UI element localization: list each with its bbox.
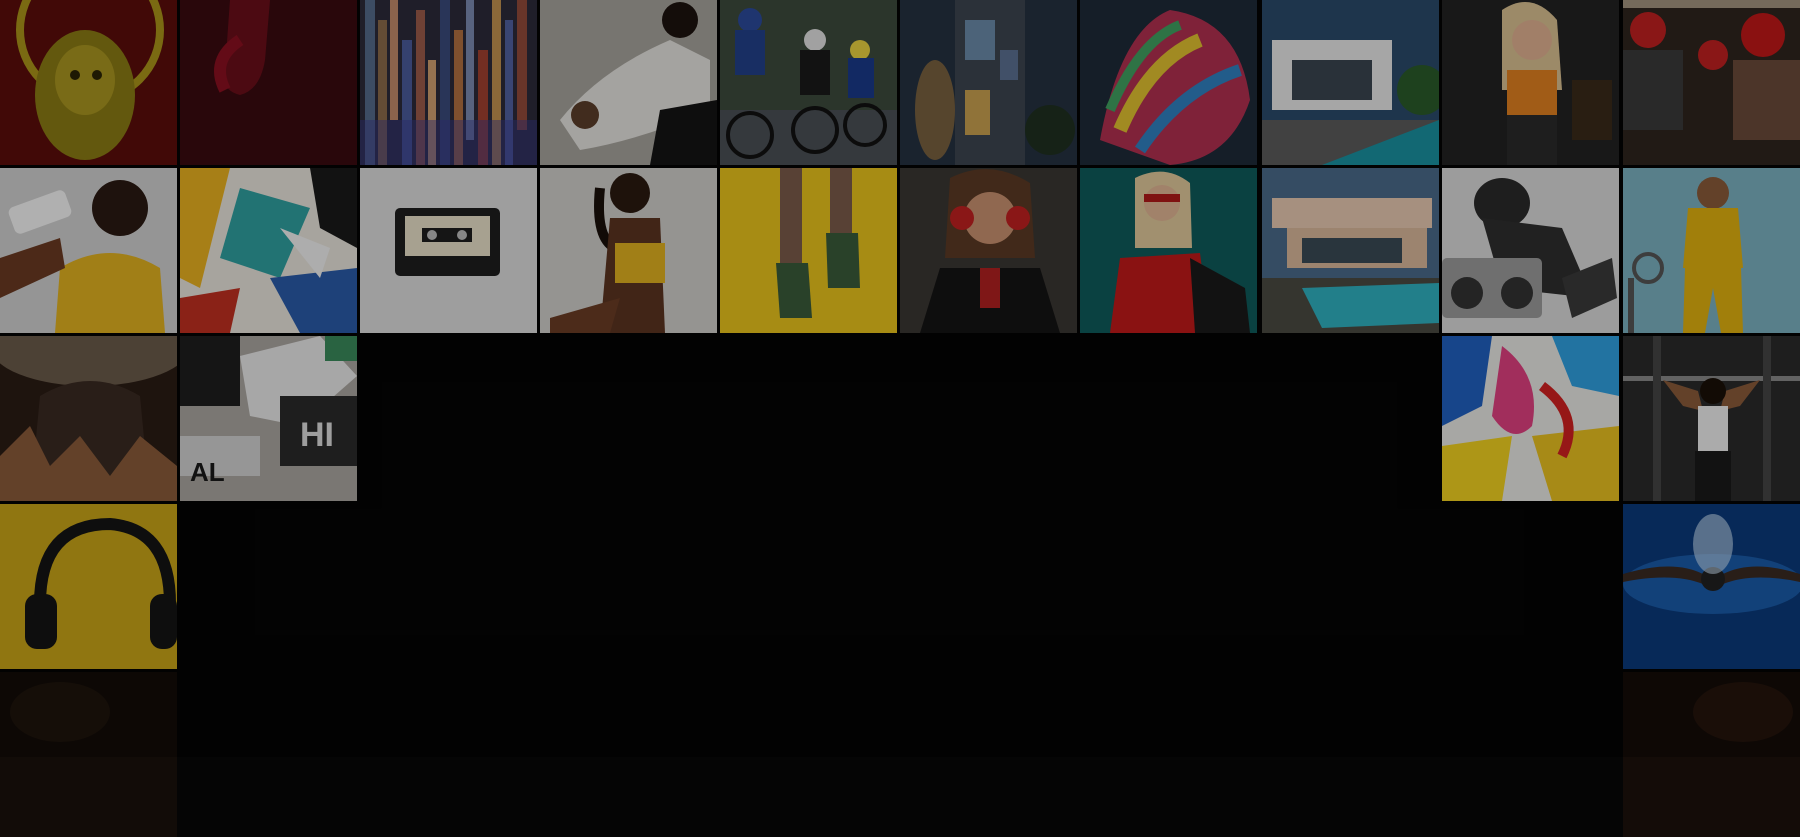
tile-cassette-tape [360,168,537,333]
tile-white-villa-pool [1262,0,1439,165]
tile-concert-hands [0,336,177,501]
svg-text:HI: HI [300,416,334,454]
tile-paint-splash-art [1442,336,1619,501]
tile-abstract-geometric-painting [180,168,357,333]
tile-woman-yellow-top-sitting [540,168,717,333]
tile-painted-hands [1080,0,1257,165]
tile-villa-pool [1262,168,1439,333]
tile-bottom-left-dark [0,672,177,837]
tile-person-with-boombox [1442,168,1619,333]
photo-mosaic-background: HI AL [0,0,1800,837]
tile-headphones-on-yellow [0,504,177,669]
tile-torn-posters: HI AL [180,336,357,501]
tile-bottom-right-dark [1623,672,1800,837]
tile-athlete-pullup [1623,336,1800,501]
tile-colorful-wood-strips [360,0,537,165]
tile-legs-on-yellow [720,168,897,333]
tile-woman-yellow-tracksuit [1623,168,1800,333]
tile-modern-house-evening [900,0,1077,165]
tile-woman-red-shirt [1080,168,1257,333]
tile-woman-red-headphones [900,168,1077,333]
tile-gold-lion-sculpture [0,0,177,165]
tile-boxers-red-gloves [1623,0,1800,165]
tile-swimmer-butterfly [1623,504,1800,669]
tile-woman-drinking-bottle [0,168,177,333]
tile-red-hand [180,0,357,165]
tile-woman-orange-top [1442,0,1619,165]
tile-woman-in-white-lying [540,0,717,165]
tile-cycling-race [720,0,897,165]
svg-text:AL: AL [190,457,225,487]
